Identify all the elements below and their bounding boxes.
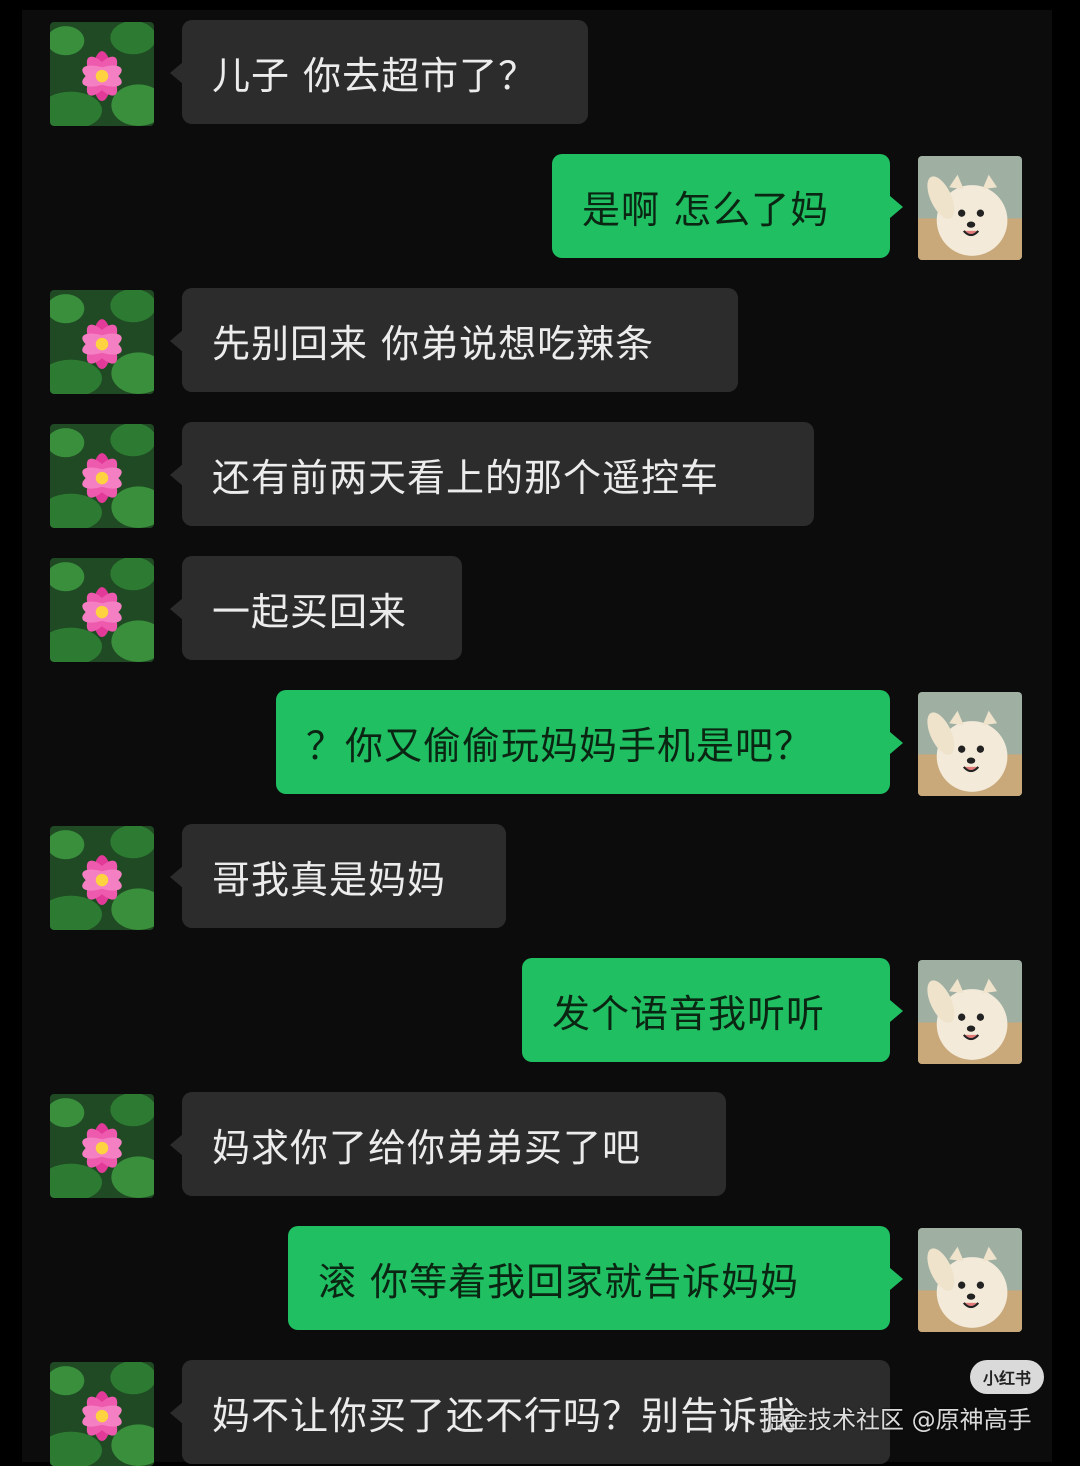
bubble-tail <box>890 1000 903 1022</box>
xiaohongshu-logo: 小红书 <box>970 1360 1044 1394</box>
message-row: 发个语音我听听 <box>0 958 1080 1064</box>
lotus-avatar-icon[interactable] <box>50 1362 154 1466</box>
message-text: 滚 你等着我回家就告诉妈妈 <box>318 1259 800 1304</box>
message-row: 先别回来 你弟说想吃辣条 <box>0 288 1080 394</box>
lotus-avatar-icon[interactable] <box>50 424 154 528</box>
message-bubble-incoming[interactable]: 先别回来 你弟说想吃辣条 <box>182 288 738 392</box>
samoyed-avatar-icon[interactable] <box>918 1228 1022 1332</box>
message-text: 发个语音我听听 <box>552 991 826 1036</box>
samoyed-avatar-icon[interactable] <box>918 960 1022 1064</box>
message-row: 妈求你了给你弟弟买了吧 <box>0 1092 1080 1198</box>
message-row: 还有前两天看上的那个遥控车 <box>0 422 1080 528</box>
message-bubble-incoming[interactable]: 妈求你了给你弟弟买了吧 <box>182 1092 726 1196</box>
logo-text: 小红书 <box>982 1369 1031 1388</box>
message-row: 哥我真是妈妈 <box>0 824 1080 930</box>
message-text: 一起买回来 <box>212 589 408 634</box>
message-text: 哥我真是妈妈 <box>212 857 447 902</box>
message-text: 先别回来 你弟说想吃辣条 <box>212 321 655 366</box>
message-text: 是啊 怎么了妈 <box>582 187 830 232</box>
message-bubble-outgoing[interactable]: 滚 你等着我回家就告诉妈妈 <box>288 1226 890 1330</box>
message-bubble-incoming[interactable]: 一起买回来 <box>182 556 462 660</box>
lotus-avatar-icon[interactable] <box>50 290 154 394</box>
samoyed-avatar-icon[interactable] <box>918 156 1022 260</box>
message-bubble-incoming[interactable]: 哥我真是妈妈 <box>182 824 506 928</box>
lotus-avatar-icon[interactable] <box>50 826 154 930</box>
message-text: 妈不让你买了还不行吗？别告诉我 <box>212 1393 798 1438</box>
message-bubble-outgoing[interactable]: ？你又偷偷玩妈妈手机是吧？ <box>276 690 890 794</box>
message-text: 妈求你了给你弟弟买了吧 <box>212 1125 642 1170</box>
message-text: 儿子 你去超市了？ <box>212 53 538 98</box>
message-bubble-incoming[interactable]: 儿子 你去超市了？ <box>182 20 588 124</box>
message-text: 还有前两天看上的那个遥控车 <box>212 455 720 500</box>
bubble-tail <box>890 732 903 754</box>
lotus-avatar-icon[interactable] <box>50 558 154 662</box>
message-bubble-incoming[interactable]: 还有前两天看上的那个遥控车 <box>182 422 814 526</box>
bubble-tail <box>890 1268 903 1290</box>
bubble-tail <box>890 196 903 218</box>
message-row: 滚 你等着我回家就告诉妈妈 <box>0 1226 1080 1332</box>
watermark-text: 掘金技术社区 @原神高手 <box>760 1406 1032 1434</box>
message-row: 一起买回来 <box>0 556 1080 662</box>
message-bubble-outgoing[interactable]: 是啊 怎么了妈 <box>552 154 890 258</box>
lotus-avatar-icon[interactable] <box>50 22 154 126</box>
message-row: ？你又偷偷玩妈妈手机是吧？ <box>0 690 1080 796</box>
message-text: ？你又偷偷玩妈妈手机是吧？ <box>306 723 814 768</box>
lotus-avatar-icon[interactable] <box>50 1094 154 1198</box>
message-row: 儿子 你去超市了？ <box>0 20 1080 126</box>
message-row: 是啊 怎么了妈 <box>0 154 1080 260</box>
message-bubble-outgoing[interactable]: 发个语音我听听 <box>522 958 890 1062</box>
samoyed-avatar-icon[interactable] <box>918 692 1022 796</box>
